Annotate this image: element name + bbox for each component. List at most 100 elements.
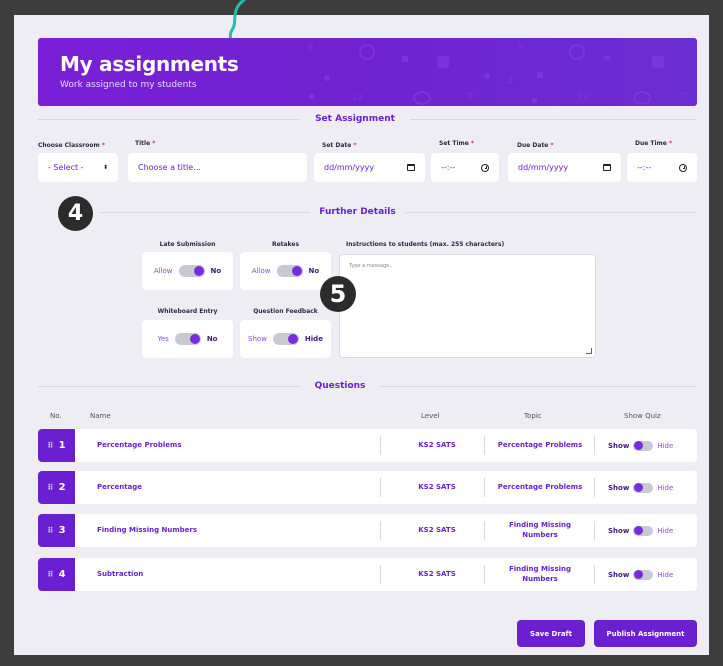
question-topic: Percentage Problems <box>497 482 583 491</box>
divider <box>594 565 595 584</box>
question-name[interactable]: Percentage <box>97 483 142 491</box>
show-quiz-toggle[interactable]: Show Hide <box>608 429 673 462</box>
drag-handle[interactable]: ⠿ 2 <box>38 471 75 504</box>
divider <box>484 436 485 455</box>
toggle-option-hide: Hide <box>304 335 323 343</box>
publish-assignment-button[interactable]: Publish Assignment <box>594 620 697 647</box>
column-header-show-quiz: Show Quiz <box>624 412 661 420</box>
annotation-badge-5: 5 <box>320 276 356 312</box>
annotation-badge-4: 4 <box>58 196 93 231</box>
divider <box>380 565 381 584</box>
divider <box>594 436 595 455</box>
svg-text:7: 7 <box>467 92 473 103</box>
toggle-switch[interactable] <box>633 440 654 451</box>
clock-icon[interactable] <box>679 163 687 172</box>
set-date-value: dd/mm/yyyy <box>324 163 375 172</box>
set-time-input[interactable]: --:-- <box>431 153 499 182</box>
question-name[interactable]: Subtraction <box>97 570 143 578</box>
section-title-questions: Questions <box>314 381 366 391</box>
set-date-input[interactable]: dd/mm/yyyy <box>314 153 425 182</box>
section-title-further-details: Further Details <box>319 207 396 217</box>
drag-handle[interactable]: ⠿ 3 <box>38 514 75 547</box>
section-title-set-assignment: Set Assignment <box>315 114 395 124</box>
classroom-select-value: - Select - <box>48 163 84 172</box>
question-name[interactable]: Finding Missing Numbers <box>97 526 197 534</box>
column-header-topic: Topic <box>524 412 542 420</box>
toggle-option-no: No <box>210 267 222 275</box>
question-topic: Percentage Problems <box>497 440 583 449</box>
toggle-option-show: Show <box>608 526 630 535</box>
divider <box>484 521 485 540</box>
question-number: 1 <box>58 440 66 451</box>
question-level: KS2 SATS <box>418 441 456 449</box>
clock-icon[interactable] <box>481 163 489 172</box>
divider <box>484 565 485 584</box>
title-input-placeholder: Choose a title... <box>138 163 201 172</box>
question-topic: Finding Missing Numbers <box>508 521 572 539</box>
retakes-toggle[interactable]: Allow No <box>240 252 331 290</box>
show-quiz-toggle[interactable]: Show Hide <box>608 514 673 547</box>
toggle-option-show: Show <box>608 483 630 492</box>
question-feedback-label: Question Feedback <box>253 308 318 315</box>
drag-handle[interactable]: ⠿ 1 <box>38 429 75 462</box>
divider <box>380 478 381 497</box>
due-date-input[interactable]: dd/mm/yyyy <box>508 153 621 182</box>
question-feedback-toggle[interactable]: Show Hide <box>240 320 331 358</box>
question-level: KS2 SATS <box>418 526 456 534</box>
svg-text:12: 12 <box>577 93 588 103</box>
svg-text:9: 9 <box>307 42 313 53</box>
toggle-switch[interactable] <box>272 333 299 345</box>
show-quiz-toggle[interactable]: Show Hide <box>608 558 673 591</box>
divider <box>100 212 310 213</box>
calendar-icon[interactable] <box>603 164 611 171</box>
question-row[interactable]: ⠿ 3 Finding Missing Numbers KS2 SATS Find… <box>38 514 697 547</box>
divider <box>380 521 381 540</box>
due-time-value: --:-- <box>637 163 652 172</box>
page-header-banner: 9 9 3 7 7 12 12 My assignments Work assi… <box>38 38 697 106</box>
question-name[interactable]: Percentage Problems <box>97 441 182 449</box>
show-quiz-toggle[interactable]: Show Hide <box>608 471 673 504</box>
column-header-level: Level <box>421 412 440 420</box>
svg-text:9: 9 <box>517 42 523 53</box>
column-header-no: No. <box>50 412 62 420</box>
toggle-switch[interactable] <box>174 333 201 345</box>
divider <box>594 478 595 497</box>
question-row[interactable]: ⠿ 4 Subtraction KS2 SATS Finding Missing … <box>38 558 697 591</box>
toggle-switch[interactable] <box>633 482 654 493</box>
question-level: KS2 SATS <box>418 570 456 578</box>
toggle-option-no: No <box>206 335 218 343</box>
toggle-option-no: No <box>308 267 320 275</box>
set-date-label: Set Date * <box>322 142 357 149</box>
instructions-textarea[interactable]: Type a message.. <box>339 254 596 358</box>
question-row[interactable]: ⠿ 1 Percentage Problems KS2 SATS Percenta… <box>38 429 697 462</box>
whiteboard-entry-label: Whiteboard Entry <box>157 308 218 315</box>
due-time-input[interactable]: --:-- <box>627 153 697 182</box>
toggle-switch[interactable] <box>178 265 205 277</box>
column-header-name: Name <box>90 412 111 420</box>
toggle-option-yes: Yes <box>157 335 169 343</box>
divider <box>38 386 300 387</box>
divider <box>38 119 300 120</box>
late-submission-toggle[interactable]: Allow No <box>142 252 233 290</box>
toggle-switch[interactable] <box>276 265 303 277</box>
question-row[interactable]: ⠿ 2 Percentage KS2 SATS Percentage Proble… <box>38 471 697 504</box>
classroom-select[interactable]: - Select - ⬍ <box>38 153 118 182</box>
drag-dots-icon: ⠿ <box>47 441 53 450</box>
set-time-label: Set Time * <box>439 140 475 147</box>
question-topic: Finding Missing Numbers <box>508 565 572 583</box>
calendar-icon[interactable] <box>407 164 415 171</box>
whiteboard-entry-toggle[interactable]: Yes No <box>142 320 233 358</box>
save-draft-button[interactable]: Save Draft <box>517 620 585 647</box>
page-subtitle: Work assigned to my students <box>60 80 197 90</box>
resize-grip-icon[interactable] <box>586 348 592 354</box>
decorative-pattern: 9 9 3 7 7 12 12 <box>307 42 688 105</box>
toggle-switch[interactable] <box>633 569 654 580</box>
toggle-option-hide: Hide <box>657 483 674 492</box>
drag-handle[interactable]: ⠿ 4 <box>38 558 75 591</box>
drag-dots-icon: ⠿ <box>47 570 53 579</box>
toggle-switch[interactable] <box>633 525 654 536</box>
due-date-value: dd/mm/yyyy <box>518 163 569 172</box>
svg-text:7: 7 <box>682 92 688 103</box>
due-time-label: Due Time * <box>635 140 673 147</box>
title-input[interactable]: Choose a title... <box>128 153 307 182</box>
